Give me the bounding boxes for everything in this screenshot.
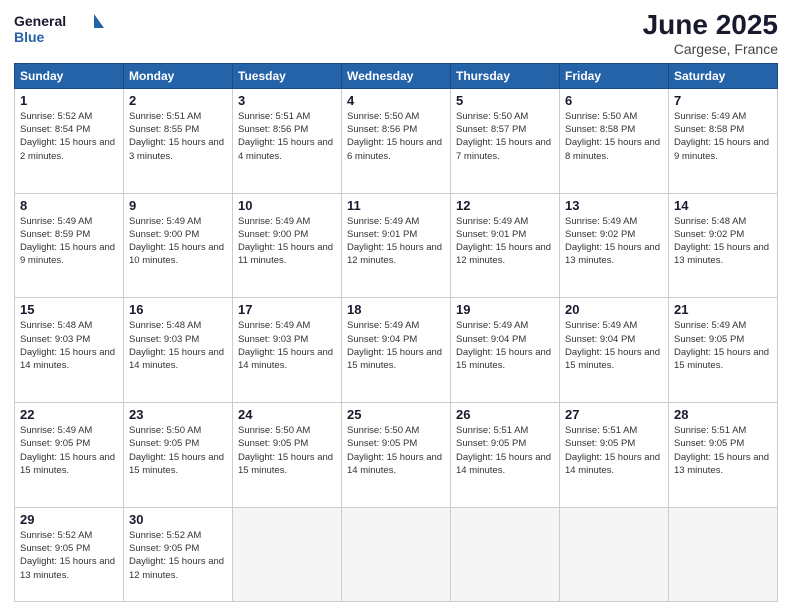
table-row: 5 Sunrise: 5:50 AMSunset: 8:57 PMDayligh… (451, 88, 560, 193)
table-row: 27 Sunrise: 5:51 AMSunset: 9:05 PMDaylig… (560, 403, 669, 508)
table-row: 21 Sunrise: 5:49 AMSunset: 9:05 PMDaylig… (669, 298, 778, 403)
table-row: 3 Sunrise: 5:51 AMSunset: 8:56 PMDayligh… (233, 88, 342, 193)
table-row: 23 Sunrise: 5:50 AMSunset: 9:05 PMDaylig… (124, 403, 233, 508)
table-row: 10 Sunrise: 5:49 AMSunset: 9:00 PMDaylig… (233, 193, 342, 298)
table-row: 28 Sunrise: 5:51 AMSunset: 9:05 PMDaylig… (669, 403, 778, 508)
table-row: 16 Sunrise: 5:48 AMSunset: 9:03 PMDaylig… (124, 298, 233, 403)
month-title: June 2025 (643, 10, 778, 41)
table-row: 30 Sunrise: 5:52 AMSunset: 9:05 PMDaylig… (124, 507, 233, 601)
table-row: 13 Sunrise: 5:49 AMSunset: 9:02 PMDaylig… (560, 193, 669, 298)
week-row-4: 22 Sunrise: 5:49 AMSunset: 9:05 PMDaylig… (15, 403, 778, 508)
table-row-empty (233, 507, 342, 601)
table-row-empty (669, 507, 778, 601)
table-row: 4 Sunrise: 5:50 AMSunset: 8:56 PMDayligh… (342, 88, 451, 193)
table-row: 29 Sunrise: 5:52 AMSunset: 9:05 PMDaylig… (15, 507, 124, 601)
table-row: 14 Sunrise: 5:48 AMSunset: 9:02 PMDaylig… (669, 193, 778, 298)
col-saturday: Saturday (669, 63, 778, 88)
title-block: June 2025 Cargese, France (643, 10, 778, 57)
table-row: 26 Sunrise: 5:51 AMSunset: 9:05 PMDaylig… (451, 403, 560, 508)
table-row: 2 Sunrise: 5:51 AMSunset: 8:55 PMDayligh… (124, 88, 233, 193)
table-row: 25 Sunrise: 5:50 AMSunset: 9:05 PMDaylig… (342, 403, 451, 508)
table-row: 20 Sunrise: 5:49 AMSunset: 9:04 PMDaylig… (560, 298, 669, 403)
table-row-empty (560, 507, 669, 601)
header: General Blue June 2025 Cargese, France (14, 10, 778, 57)
table-row: 19 Sunrise: 5:49 AMSunset: 9:04 PMDaylig… (451, 298, 560, 403)
svg-text:Blue: Blue (14, 29, 45, 45)
table-row: 6 Sunrise: 5:50 AMSunset: 8:58 PMDayligh… (560, 88, 669, 193)
week-row-1: 1 Sunrise: 5:52 AMSunset: 8:54 PMDayligh… (15, 88, 778, 193)
week-row-3: 15 Sunrise: 5:48 AMSunset: 9:03 PMDaylig… (15, 298, 778, 403)
col-tuesday: Tuesday (233, 63, 342, 88)
calendar-header-row: Sunday Monday Tuesday Wednesday Thursday… (15, 63, 778, 88)
svg-text:General: General (14, 13, 66, 29)
calendar-table: Sunday Monday Tuesday Wednesday Thursday… (14, 63, 778, 602)
col-sunday: Sunday (15, 63, 124, 88)
col-friday: Friday (560, 63, 669, 88)
table-row: 17 Sunrise: 5:49 AMSunset: 9:03 PMDaylig… (233, 298, 342, 403)
table-row: 1 Sunrise: 5:52 AMSunset: 8:54 PMDayligh… (15, 88, 124, 193)
table-row: 12 Sunrise: 5:49 AMSunset: 9:01 PMDaylig… (451, 193, 560, 298)
table-row: 22 Sunrise: 5:49 AMSunset: 9:05 PMDaylig… (15, 403, 124, 508)
table-row-empty (451, 507, 560, 601)
logo: General Blue (14, 10, 104, 48)
col-thursday: Thursday (451, 63, 560, 88)
table-row: 15 Sunrise: 5:48 AMSunset: 9:03 PMDaylig… (15, 298, 124, 403)
table-row: 18 Sunrise: 5:49 AMSunset: 9:04 PMDaylig… (342, 298, 451, 403)
location: Cargese, France (643, 41, 778, 57)
week-row-5: 29 Sunrise: 5:52 AMSunset: 9:05 PMDaylig… (15, 507, 778, 601)
page: General Blue June 2025 Cargese, France S… (0, 0, 792, 612)
table-row: 8 Sunrise: 5:49 AMSunset: 8:59 PMDayligh… (15, 193, 124, 298)
week-row-2: 8 Sunrise: 5:49 AMSunset: 8:59 PMDayligh… (15, 193, 778, 298)
col-wednesday: Wednesday (342, 63, 451, 88)
table-row: 7 Sunrise: 5:49 AMSunset: 8:58 PMDayligh… (669, 88, 778, 193)
col-monday: Monday (124, 63, 233, 88)
table-row-empty (342, 507, 451, 601)
table-row: 11 Sunrise: 5:49 AMSunset: 9:01 PMDaylig… (342, 193, 451, 298)
table-row: 24 Sunrise: 5:50 AMSunset: 9:05 PMDaylig… (233, 403, 342, 508)
table-row: 9 Sunrise: 5:49 AMSunset: 9:00 PMDayligh… (124, 193, 233, 298)
logo-icon: General Blue (14, 10, 104, 48)
